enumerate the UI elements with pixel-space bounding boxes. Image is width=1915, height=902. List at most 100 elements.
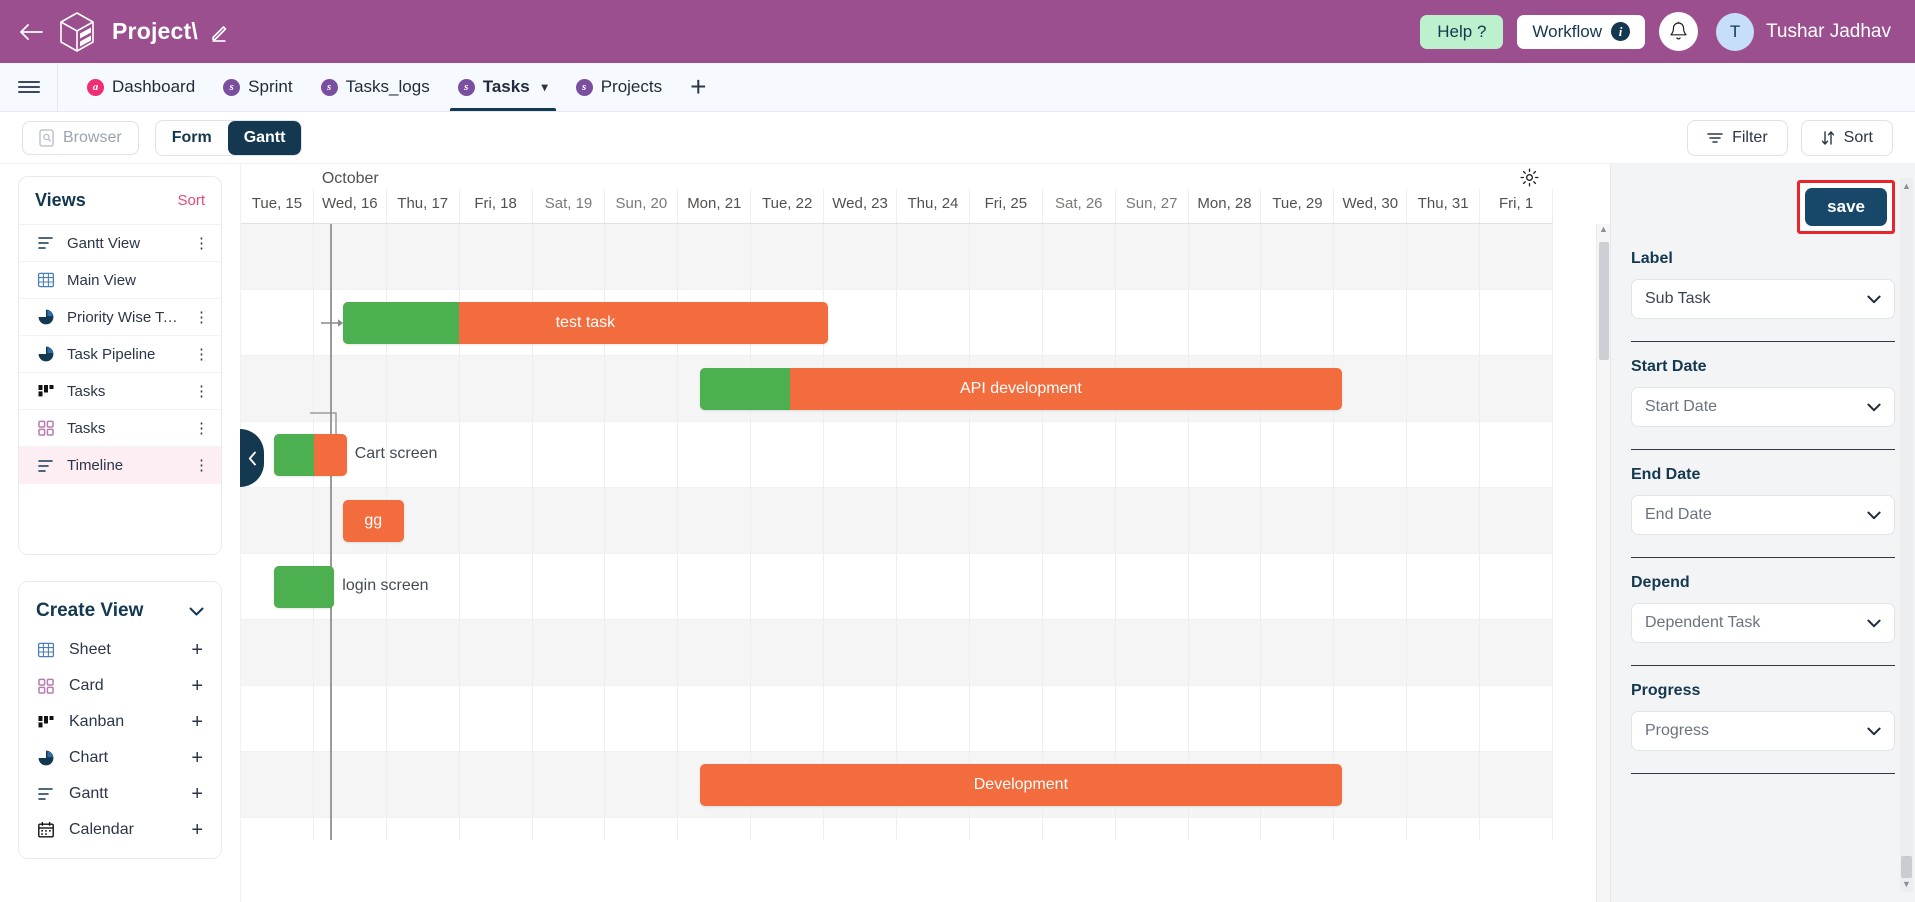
browser-icon xyxy=(39,128,54,147)
sidebar-view-item[interactable]: Task Pipeline ⋮ xyxy=(19,336,221,373)
form-mode-button[interactable]: Form xyxy=(156,121,228,155)
gantt-task-bar[interactable]: API development xyxy=(700,368,1342,410)
create-view-item[interactable]: Chart + xyxy=(19,740,221,776)
field-select[interactable]: Sub Task xyxy=(1631,279,1895,319)
create-view-item[interactable]: Card + xyxy=(19,668,221,704)
gantt-day-header: Wed, 23 xyxy=(824,189,898,223)
gantt-task-progress xyxy=(273,434,314,476)
gantt-row[interactable] xyxy=(241,422,1553,488)
gantt-vertical-scrollbar[interactable]: ▲ xyxy=(1596,224,1610,902)
tab-tasks[interactable]: s Tasks ▾ xyxy=(444,63,562,111)
sidebar-view-item[interactable]: Tasks ⋮ xyxy=(19,373,221,410)
add-view-icon[interactable]: + xyxy=(191,819,203,842)
sidebar-view-item[interactable]: Main View xyxy=(19,262,221,299)
create-view-item[interactable]: Kanban + xyxy=(19,704,221,740)
gantt-row[interactable] xyxy=(241,224,1553,290)
field-select[interactable]: Start Date xyxy=(1631,387,1895,427)
sidebar-view-item[interactable]: Timeline ⋮ xyxy=(19,447,221,484)
panel-scrollbar-thumb[interactable] xyxy=(1901,856,1912,878)
field-select[interactable]: End Date xyxy=(1631,495,1895,535)
add-view-icon[interactable]: + xyxy=(191,747,203,770)
create-view-item[interactable]: Sheet + xyxy=(19,632,221,668)
gantt-task-bar[interactable]: Development xyxy=(700,764,1342,806)
tab-badge-icon: s xyxy=(320,78,338,96)
chevron-down-icon[interactable]: ▾ xyxy=(542,80,548,94)
gantt-scroll-container[interactable]: October Tue, 15 Wed, 16 Thu, 17 Fri, 18 Sat,… xyxy=(241,164,1610,902)
filter-label: Filter xyxy=(1732,128,1768,146)
create-view-header[interactable]: Create View xyxy=(19,588,221,632)
view-item-menu-icon[interactable]: ⋮ xyxy=(194,458,209,473)
field-label: Start Date xyxy=(1631,358,1707,375)
sidebar-view-item[interactable]: Gantt View ⋮ xyxy=(19,225,221,262)
settings-field: Label Sub Task xyxy=(1631,250,1895,342)
tab-sprint[interactable]: s Sprint xyxy=(209,63,306,111)
add-view-icon[interactable]: + xyxy=(191,783,203,806)
avatar: T xyxy=(1716,12,1755,51)
view-item-menu-icon[interactable]: ⋮ xyxy=(194,384,209,399)
gantt-task-bar[interactable]: test task xyxy=(343,302,828,344)
scroll-up-arrow-icon[interactable]: ▲ xyxy=(1902,181,1911,191)
back-arrow-icon[interactable] xyxy=(14,15,48,49)
view-item-menu-icon[interactable]: ⋮ xyxy=(194,310,209,325)
add-view-icon[interactable]: + xyxy=(191,711,203,734)
tab-badge-icon: s xyxy=(457,78,475,96)
field-value: Sub Task xyxy=(1645,290,1711,307)
pencil-icon[interactable] xyxy=(208,21,230,43)
create-item-label: Chart xyxy=(69,749,109,766)
chevron-down-icon[interactable] xyxy=(189,607,204,616)
tab-dashboard[interactable]: a Dashboard xyxy=(73,63,209,111)
chevron-down-icon[interactable] xyxy=(1867,511,1881,520)
views-sort-button[interactable]: Sort xyxy=(177,192,205,209)
add-view-icon[interactable]: + xyxy=(191,675,203,698)
views-panel-header: Views Sort xyxy=(19,177,221,225)
sidebar-view-item[interactable]: Tasks ⋮ xyxy=(19,410,221,447)
view-item-menu-icon[interactable]: ⋮ xyxy=(194,421,209,436)
save-button[interactable]: save xyxy=(1805,188,1887,226)
chevron-down-icon[interactable] xyxy=(1867,727,1881,736)
gantt-mode-button[interactable]: Gantt xyxy=(227,120,302,155)
chevron-down-icon[interactable] xyxy=(1867,619,1881,628)
views-title: Views xyxy=(35,190,86,210)
save-row: save xyxy=(1631,180,1895,234)
add-tab-button[interactable]: + xyxy=(676,63,720,111)
today-marker-line xyxy=(329,224,332,840)
view-item-label: Task Pipeline xyxy=(67,345,156,363)
gantt-task-bar[interactable]: gg xyxy=(343,500,404,542)
scroll-up-arrow-icon[interactable]: ▲ xyxy=(1597,224,1610,234)
sidebar-view-item[interactable]: Priority Wise Ta… ⋮ xyxy=(19,299,221,336)
gantt-task-bar[interactable] xyxy=(273,434,347,476)
create-view-item[interactable]: Gantt + xyxy=(19,776,221,812)
gear-icon[interactable] xyxy=(1520,168,1539,187)
gantt-row[interactable] xyxy=(241,488,1553,554)
toolbar-right-actions: Filter Sort xyxy=(1687,119,1893,156)
view-item-menu-icon[interactable]: ⋮ xyxy=(194,236,209,251)
field-select[interactable]: Progress xyxy=(1631,711,1895,751)
user-profile[interactable]: T Tushar Jadhav xyxy=(1716,12,1891,51)
workflow-button[interactable]: Workflow i xyxy=(1517,14,1646,49)
field-select[interactable]: Dependent Task xyxy=(1631,603,1895,643)
scroll-down-arrow-icon[interactable]: ▼ xyxy=(1902,879,1911,889)
tab-tasks_logs[interactable]: s Tasks_logs xyxy=(307,63,444,111)
help-button[interactable]: Help ? xyxy=(1420,14,1504,49)
filter-button[interactable]: Filter xyxy=(1687,119,1788,156)
chevron-down-icon[interactable] xyxy=(1867,295,1881,304)
browser-button[interactable]: Browser xyxy=(22,120,139,155)
add-view-icon[interactable]: + xyxy=(191,639,203,662)
create-view-item[interactable]: Calendar + xyxy=(19,812,221,848)
gantt-task-bar[interactable] xyxy=(273,566,335,608)
tab-badge-icon: s xyxy=(575,78,593,96)
gantt-row[interactable] xyxy=(241,620,1553,686)
scrollbar-thumb[interactable] xyxy=(1599,242,1609,360)
gantt-row[interactable] xyxy=(241,554,1553,620)
browser-label: Browser xyxy=(63,128,122,146)
project-title: Project\ xyxy=(112,18,198,44)
notifications-bell-icon[interactable] xyxy=(1659,12,1699,51)
gantt-row[interactable] xyxy=(241,686,1553,752)
hamburger-icon[interactable] xyxy=(0,63,58,111)
tab-projects[interactable]: s Projects xyxy=(562,63,676,111)
sort-button[interactable]: Sort xyxy=(1800,119,1893,156)
view-item-menu-icon[interactable]: ⋮ xyxy=(194,347,209,362)
panel-scrollbar[interactable]: ▲ ▼ xyxy=(1900,178,1913,892)
chevron-down-icon[interactable] xyxy=(1867,403,1881,412)
tab-label: Tasks xyxy=(482,77,530,96)
